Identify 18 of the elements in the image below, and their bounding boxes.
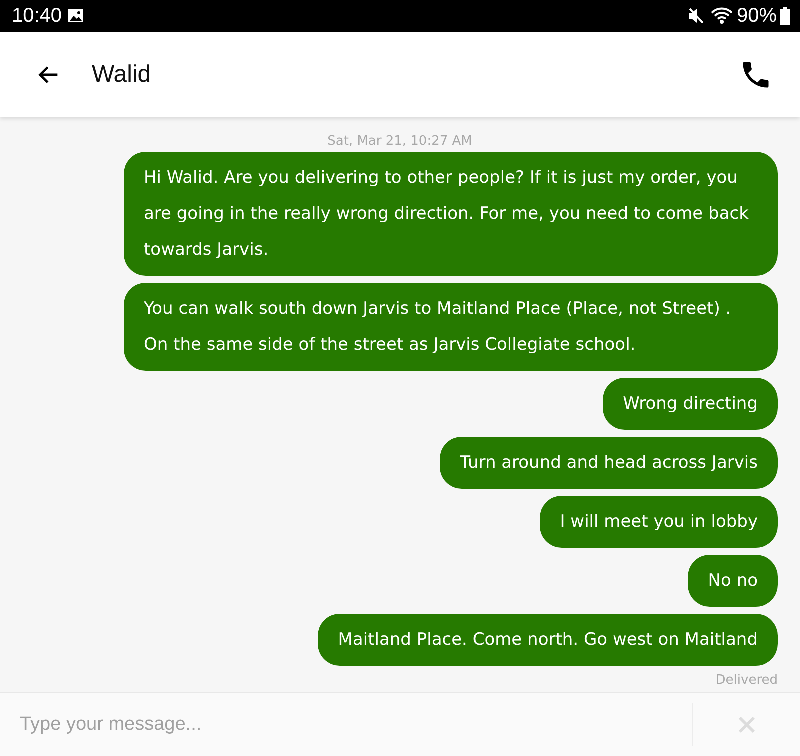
message-bubble: Hi Walid. Are you delivering to other people? If it is just my order, you are going in the really wrong direction. For me, you need to come back towards Jarvis. — [124, 152, 778, 276]
wifi-icon — [710, 7, 733, 25]
message-bubble: I will meet you in lobby — [540, 496, 778, 548]
battery-level: 90% — [736, 4, 777, 28]
message-bubble: Turn around and head across Jarvis — [440, 437, 778, 489]
message-bubble: Wrong directing — [603, 378, 778, 430]
battery-icon — [780, 7, 790, 25]
timestamp: Sat, Mar 21, 10:27 AM — [328, 134, 472, 149]
message-bubble: Maitland Place. Come north. Go west on Maitland — [318, 614, 778, 666]
message-input[interactable]: Type your message... — [0, 693, 692, 756]
message-bubble: No no — [688, 555, 778, 607]
image-icon — [68, 9, 84, 23]
mute-icon — [686, 7, 705, 25]
clock: 10:40 — [12, 4, 62, 28]
delivery-status: Delivered — [716, 673, 778, 688]
contact-name: Walid — [92, 60, 152, 88]
close-icon — [738, 716, 756, 734]
message-bubble: You can walk south down Jarvis to Maitland Place (Place, not Street) . On the same side of the street as Jarvis Collegiate school. — [124, 283, 778, 371]
